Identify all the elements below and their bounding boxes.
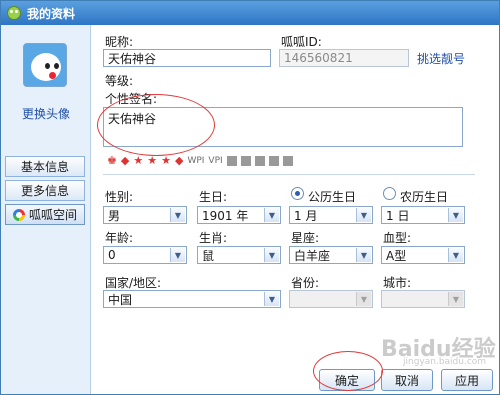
wpi-badge: WPI [187,155,205,166]
zodiac-select[interactable]: 鼠 ▼ [197,246,281,264]
blood-type-value: A型 [386,248,407,263]
lunar-birthday-radio[interactable] [383,187,396,200]
diamond-icon: ◆ [174,154,184,167]
chevron-down-icon[interactable]: ▼ [170,208,185,222]
lunar-birthday-label: 农历生日 [400,190,449,204]
badge-icon [240,155,251,166]
vpi-badge: VPI [208,155,223,166]
level-label: 等级: [105,74,134,88]
birth-day-select[interactable]: 1 日 ▼ [381,206,465,224]
chevron-down-icon[interactable]: ▼ [264,208,279,222]
guagua-space-icon [12,208,25,221]
star-sign-select[interactable]: 白羊座 ▼ [289,246,373,264]
chevron-down-icon: ▼ [448,292,463,306]
country-label: 国家/地区: [105,276,162,290]
crown-icon: ♚ [107,154,117,167]
chevron-down-icon[interactable]: ▼ [264,248,279,262]
id-field: 146560821 [279,49,409,67]
title-bar[interactable]: 我的资料 [1,1,499,25]
birthday-label: 生日: [199,190,228,204]
app-icon [7,6,21,20]
age-select[interactable]: 0 ▼ [103,246,187,264]
city-label: 城市: [383,276,412,290]
chevron-down-icon[interactable]: ▼ [356,248,371,262]
cancel-button[interactable]: 取消 [381,369,433,391]
diamond-icon: ◆ [120,154,130,167]
badge-icon [226,155,237,166]
badge-icon [254,155,265,166]
chevron-down-icon: ▼ [356,292,371,306]
gender-value: 男 [108,208,121,223]
nickname-label: 昵称: [105,35,134,49]
age-label: 年龄: [105,231,134,245]
nav-guagua-space-label: 呱呱空间 [28,208,77,222]
nav-more-info[interactable]: 更多信息 [5,180,85,201]
city-select: ▼ [381,290,465,308]
annotation-circle [313,351,383,391]
chevron-down-icon[interactable]: ▼ [448,208,463,222]
avatar-face-icon [31,53,61,81]
star-icon: ★ [133,154,144,167]
zodiac-label: 生肖: [199,231,228,245]
country-value: 中国 [108,292,133,307]
nav-guagua-space[interactable]: 呱呱空间 [5,204,85,225]
zodiac-value: 鼠 [202,248,215,263]
gender-label: 性别: [105,190,134,204]
province-label: 省份: [291,276,320,290]
nickname-input[interactable]: 天佑神谷 [103,49,271,67]
solar-birthday-radio[interactable] [291,187,304,200]
chevron-down-icon[interactable]: ▼ [448,248,463,262]
nav-basic-info[interactable]: 基本信息 [5,156,85,177]
window-title: 我的资料 [27,6,76,21]
change-avatar-link[interactable]: 更换头像 [1,105,91,122]
chevron-down-icon[interactable]: ▼ [264,292,279,306]
blood-type-label: 血型: [383,231,412,245]
star-sign-label: 星座: [291,231,320,245]
annotation-circle [97,94,215,156]
id-label: 呱呱ID: [281,35,322,49]
divider [103,174,475,175]
age-value: 0 [108,248,116,262]
badge-icons-row: ♚ ◆ ★ ★ ★ ◆ WPI VPI [107,154,293,167]
choose-number-link[interactable]: 挑选靓号 [417,50,465,67]
birth-month-value: 1 月 [294,208,318,223]
apply-button[interactable]: 应用 [441,369,493,391]
blood-type-select[interactable]: A型 ▼ [381,246,465,264]
chevron-down-icon[interactable]: ▼ [356,208,371,222]
chevron-down-icon[interactable]: ▼ [170,248,185,262]
birth-year-value: 1901 年 [202,208,249,223]
province-select: ▼ [289,290,373,308]
star-icon: ★ [161,154,171,167]
sidebar: 更换头像 基本信息 更多信息 呱呱空间 [1,25,91,394]
badge-icon [282,155,293,166]
heart-icon [268,155,279,166]
birth-day-value: 1 日 [386,208,410,223]
country-select[interactable]: 中国 ▼ [103,290,281,308]
avatar[interactable] [23,43,67,87]
birth-year-select[interactable]: 1901 年 ▼ [197,206,281,224]
gender-select[interactable]: 男 ▼ [103,206,187,224]
solar-birthday-label: 公历生日 [308,190,357,204]
profile-window: 我的资料 更换头像 基本信息 更多信息 呱呱空间 昵称: 天佑神谷 呱呱ID: … [0,0,500,395]
birth-month-select[interactable]: 1 月 ▼ [289,206,373,224]
watermark-url: jingyan.baidu.com [403,357,487,367]
star-sign-value: 白羊座 [294,248,331,263]
